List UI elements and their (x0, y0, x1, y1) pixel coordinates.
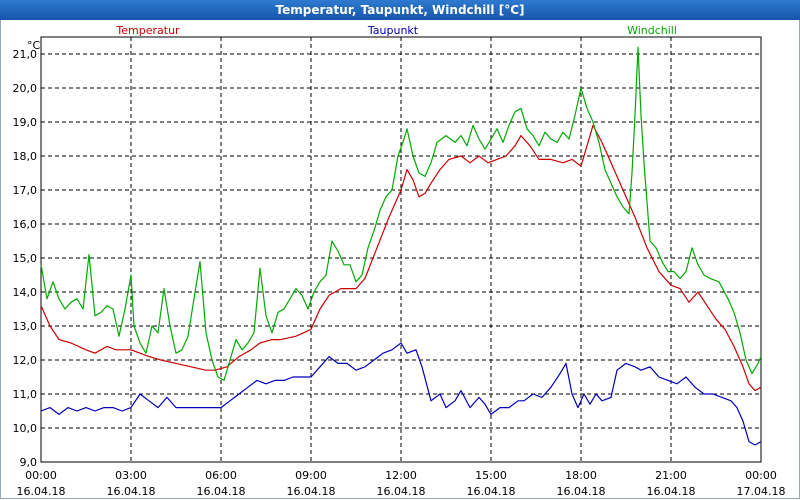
x-tick-date-label: 17.04.18 (737, 485, 786, 498)
y-tick-label: 12,0 (13, 354, 38, 367)
y-tick-label: 11,0 (13, 388, 38, 401)
x-tick-date-label: 16.04.18 (647, 485, 696, 498)
x-tick-time-label: 21:00 (655, 469, 687, 482)
y-tick-label: 20,0 (13, 82, 38, 95)
y-tick-label: 18,0 (13, 150, 38, 163)
y-axis: 9,0 10,0 11,0 12,0 13,0 14,0 15,0 16,0 17,0 18,0 1… (13, 48, 38, 469)
x-tick-date-label: 16.04.18 (287, 485, 336, 498)
x-tick-time-label: 00:00 (745, 469, 777, 482)
line-chart: 9,0 10,0 11,0 12,0 13,0 14,0 15,0 16,0 17,0 18,0 1… (13, 24, 786, 498)
x-tick-date-label: 16.04.18 (107, 485, 156, 498)
x-tick-time-label: 09:00 (295, 469, 327, 482)
x-tick-date-label: 16.04.18 (377, 485, 426, 498)
y-tick-label: 15,0 (13, 252, 38, 265)
grid (41, 37, 761, 463)
chart-frame: 9,0 10,0 11,0 12,0 13,0 14,0 15,0 16,0 17,0 18,0 1… (0, 20, 800, 499)
legend: Temperatur Taupunkt Windchill (115, 24, 677, 37)
x-tick-date-label: 16.04.18 (197, 485, 246, 498)
x-tick-date-label: 16.04.18 (17, 485, 66, 498)
y-tick-label: 17,0 (13, 184, 38, 197)
x-tick-time-label: 18:00 (565, 469, 597, 482)
y-tick-label: 10,0 (13, 422, 38, 435)
y-tick-label: 16,0 (13, 218, 38, 231)
x-tick-time-label: 03:00 (115, 469, 147, 482)
legend-entry-windchill: Windchill (627, 24, 677, 37)
x-axis: 00:00 16.04.18 03:00 16.04.18 06:00 16.04.18 0… (17, 469, 786, 498)
y-tick-label: 9,0 (20, 456, 38, 469)
x-tick-time-label: 06:00 (205, 469, 237, 482)
chart-title: Temperatur, Taupunkt, Windchill [°C] (0, 0, 800, 20)
legend-entry-temperatur: Temperatur (115, 24, 180, 37)
x-tick-time-label: 00:00 (25, 469, 57, 482)
y-axis-unit-label: °C (27, 39, 41, 52)
y-tick-label: 14,0 (13, 286, 38, 299)
x-tick-date-label: 16.04.18 (557, 485, 606, 498)
y-tick-label: 13,0 (13, 320, 38, 333)
legend-entry-taupunkt: Taupunkt (367, 24, 419, 37)
x-tick-time-label: 12:00 (385, 469, 417, 482)
x-tick-time-label: 15:00 (475, 469, 507, 482)
series-lines (40, 46, 762, 446)
y-tick-label: 19,0 (13, 116, 38, 129)
x-tick-date-label: 16.04.18 (467, 485, 516, 498)
